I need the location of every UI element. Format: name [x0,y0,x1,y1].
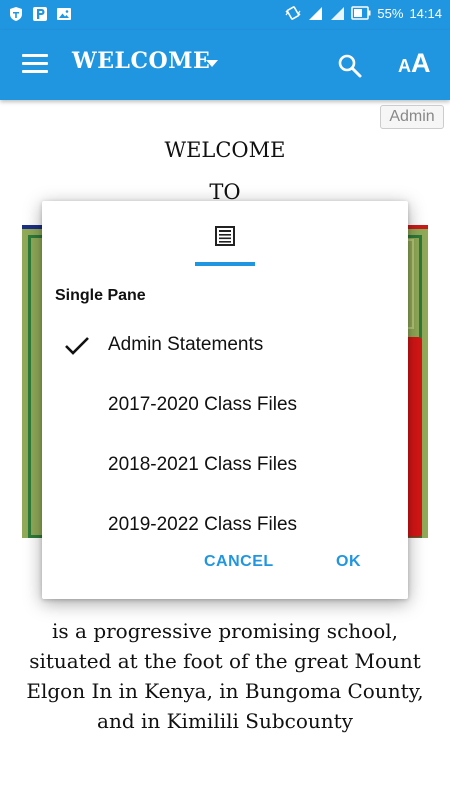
parking-app-icon [33,7,47,21]
status-bar: 55% 14:14 [0,0,450,30]
school-description: is a progressive promising school, situa… [26,619,424,733]
signal-icon [309,7,323,20]
notification-icons [8,6,72,22]
search-icon[interactable] [336,52,364,80]
welcome-heading: WELCOME [164,138,286,162]
menu-icon-line [22,54,48,57]
gallery-icon [57,8,71,20]
clock: 14:14 [409,5,442,21]
font-size-small-glyph: A [398,56,411,76]
check-icon [65,337,89,355]
pane-selector-dialog: Single Pane Admin Statements 2017-2020 C… [42,201,408,599]
page-title-dropdown[interactable]: WELCOME [72,48,210,74]
option-label: Admin Statements [108,334,264,355]
option-admin-statements[interactable]: Admin Statements [42,318,408,374]
signal-icon-2 [331,7,345,20]
menu-icon-line [22,62,48,65]
admin-button[interactable]: Admin [380,105,444,129]
cancel-button[interactable]: CANCEL [204,553,274,571]
menu-icon-line [22,70,48,73]
system-status: 55% 14:14 [285,5,442,21]
vibrate-icon [285,6,301,20]
option-2019-2022-class-files[interactable]: 2019-2022 Class Files [42,498,408,554]
ok-button[interactable]: OK [336,553,361,571]
dialog-subtitle: Single Pane [55,287,146,304]
option-label: 2017-2020 Class Files [108,394,298,415]
font-size-button[interactable]: AA [398,48,431,79]
battery-icon [351,6,371,20]
font-size-big-glyph: A [411,48,431,78]
menu-button[interactable] [22,54,48,76]
app-bar: WELCOME AA [0,30,450,100]
caret-down-icon[interactable] [206,60,218,67]
tab-indicator [195,262,255,266]
document-icon[interactable] [214,225,236,247]
option-2017-2020-class-files[interactable]: 2017-2020 Class Files [42,378,408,434]
option-2018-2021-class-files[interactable]: 2018-2021 Class Files [42,438,408,494]
shield-app-icon [10,7,22,21]
battery-percent: 55% [377,5,404,21]
option-label: 2018-2021 Class Files [108,454,298,475]
option-label: 2019-2022 Class Files [108,514,298,535]
